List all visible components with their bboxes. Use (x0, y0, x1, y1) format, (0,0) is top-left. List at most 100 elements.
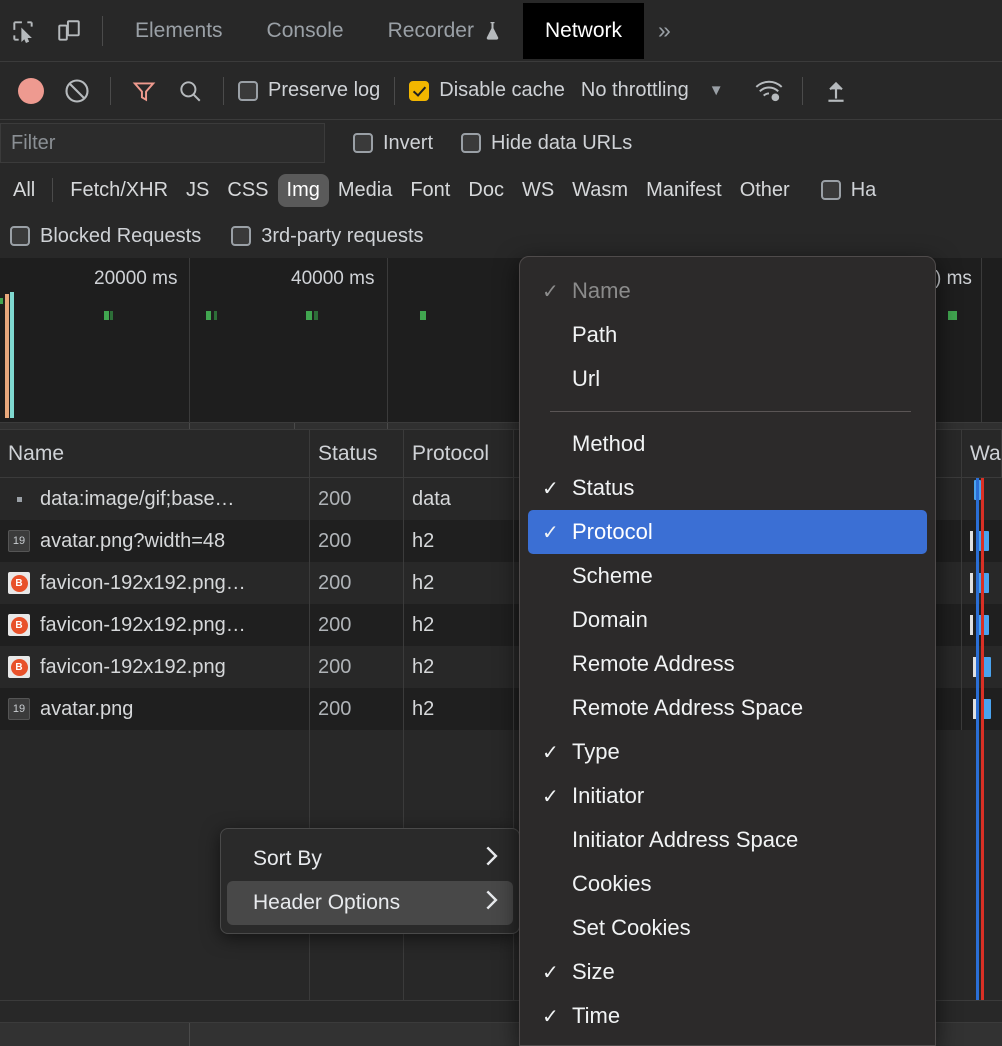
blocked-requests-box (10, 226, 30, 246)
submenu-item-type[interactable]: ✓ Type (528, 730, 927, 774)
clear-button[interactable] (54, 68, 100, 114)
type-filter-font[interactable]: Font (401, 174, 459, 207)
waterfall-bar (981, 699, 991, 719)
request-name: favicon-192x192.png… (40, 572, 246, 595)
inspect-element-icon[interactable] (0, 8, 46, 54)
overview-request-mark (306, 311, 312, 320)
has-blocked-cookies-label: Ha (851, 179, 877, 202)
cell-protocol: h2 (404, 520, 514, 562)
type-filter-manifest[interactable]: Manifest (637, 174, 731, 207)
tabbar-divider (102, 16, 103, 46)
submenu-item-url[interactable]: Url (528, 357, 927, 401)
tab-network[interactable]: Network (523, 3, 644, 59)
header-context-menu[interactable]: Sort By Header Options (220, 828, 520, 934)
tab-elements[interactable]: Elements (113, 3, 245, 59)
type-filter-doc[interactable]: Doc (459, 174, 513, 207)
overview-request-mark (948, 311, 957, 320)
column-header-name[interactable]: Name (0, 430, 310, 478)
column-header-status[interactable]: Status (310, 430, 404, 478)
submenu-item-label: Size (572, 959, 615, 985)
type-filter-all[interactable]: All (4, 174, 44, 207)
third-party-requests-checkbox[interactable]: 3rd-party requests (231, 225, 423, 248)
type-filter-img[interactable]: Img (278, 174, 329, 207)
submenu-item-protocol[interactable]: ✓ Protocol (528, 510, 927, 554)
devtools-network-panel: Elements Console Recorder Network » (0, 0, 1002, 1046)
type-filter-other[interactable]: Other (731, 174, 799, 207)
request-name: favicon-192x192.png (40, 656, 226, 679)
image-thumbnail-icon: B (8, 656, 30, 678)
submenu-item-size[interactable]: ✓ Size (528, 950, 927, 994)
blocked-requests-checkbox[interactable]: Blocked Requests (10, 225, 201, 248)
record-button[interactable] (8, 68, 54, 114)
toolbar-divider-4 (802, 77, 803, 105)
type-filter-js[interactable]: JS (177, 174, 218, 207)
disable-cache-checkbox[interactable]: Disable cache (409, 79, 565, 102)
submenu-item-set-cookies[interactable]: Set Cookies (528, 906, 927, 950)
cell-name: B favicon-192x192.png… (0, 562, 310, 604)
third-party-requests-label: 3rd-party requests (261, 225, 423, 248)
toolbar-divider-3 (394, 77, 395, 105)
column-header-protocol[interactable]: Protocol (404, 430, 514, 478)
type-filter-media[interactable]: Media (329, 174, 401, 207)
filter-funnel-icon[interactable] (121, 68, 167, 114)
cell-name: 19 avatar.png?width=48 (0, 520, 310, 562)
has-blocked-cookies-checkbox[interactable]: Ha (821, 179, 877, 202)
hide-data-urls-checkbox[interactable]: Hide data URLs (461, 132, 632, 155)
invert-checkbox[interactable]: Invert (353, 132, 433, 155)
disable-cache-box (409, 81, 429, 101)
device-toolbar-icon[interactable] (46, 8, 92, 54)
flask-icon (484, 21, 501, 41)
preserve-log-checkbox[interactable]: Preserve log (238, 79, 380, 102)
chevron-down-icon[interactable]: ▼ (709, 82, 724, 99)
submenu-item-cookies[interactable]: Cookies (528, 862, 927, 906)
cell-name: data:image/gif;base… (0, 478, 310, 520)
more-tabs-button[interactable]: » (644, 3, 685, 59)
type-filter-fetch-xhr[interactable]: Fetch/XHR (61, 174, 177, 207)
cell-protocol: h2 (404, 562, 514, 604)
header-options-submenu[interactable]: ✓ Name Path Url Method ✓ Status ✓ Protoc… (519, 256, 936, 1046)
submenu-item-label: Domain (572, 607, 648, 633)
overview-request-mark (314, 311, 318, 320)
network-toolbar: Preserve log Disable cache No throttling… (0, 62, 1002, 120)
submenu-item-label: Initiator (572, 783, 644, 809)
submenu-item-label: Time (572, 1003, 620, 1029)
overview-divider (981, 258, 982, 423)
submenu-item-remote-address[interactable]: Remote Address (528, 642, 927, 686)
record-icon (18, 78, 44, 104)
wifi-settings-icon[interactable] (746, 68, 792, 114)
type-filter-wasm[interactable]: Wasm (563, 174, 637, 207)
data-url-icon (8, 488, 30, 510)
import-har-icon[interactable] (813, 68, 859, 114)
submenu-item-initiator[interactable]: ✓ Initiator (528, 774, 927, 818)
submenu-item-label: Method (572, 431, 645, 457)
cell-protocol: h2 (404, 646, 514, 688)
submenu-item-remote-address-space[interactable]: Remote Address Space (528, 686, 927, 730)
waterfall-connection-tick (970, 531, 973, 551)
tab-recorder[interactable]: Recorder (366, 3, 523, 59)
filter-input[interactable]: Filter (0, 123, 325, 163)
submenu-item-path[interactable]: Path (528, 313, 927, 357)
waterfall-bar (978, 531, 989, 551)
search-icon[interactable] (167, 68, 213, 114)
disable-cache-label: Disable cache (439, 79, 565, 102)
cell-protocol: data (404, 478, 514, 520)
submenu-item-scheme[interactable]: Scheme (528, 554, 927, 598)
throttling-select[interactable]: No throttling (581, 79, 689, 102)
context-menu-item-sort-by[interactable]: Sort By (227, 837, 513, 881)
column-header-waterfall[interactable]: Waterfall (962, 430, 1002, 478)
thumbnail-letter: B (11, 575, 28, 592)
submenu-item-time[interactable]: ✓ Time (528, 994, 927, 1038)
context-menu-item-header-options[interactable]: Header Options (227, 881, 513, 925)
type-filter-css[interactable]: CSS (218, 174, 277, 207)
thumbnail-letter: B (11, 659, 28, 676)
tab-console[interactable]: Console (245, 3, 366, 59)
cell-waterfall (962, 562, 1002, 604)
overview-footer-tick (387, 423, 388, 429)
type-filter-ws[interactable]: WS (513, 174, 563, 207)
submenu-item-label: Initiator Address Space (572, 827, 798, 853)
cell-name: 19 avatar.png (0, 688, 310, 730)
submenu-item-status[interactable]: ✓ Status (528, 466, 927, 510)
submenu-item-method[interactable]: Method (528, 422, 927, 466)
submenu-item-domain[interactable]: Domain (528, 598, 927, 642)
submenu-item-initiator-address-space[interactable]: Initiator Address Space (528, 818, 927, 862)
